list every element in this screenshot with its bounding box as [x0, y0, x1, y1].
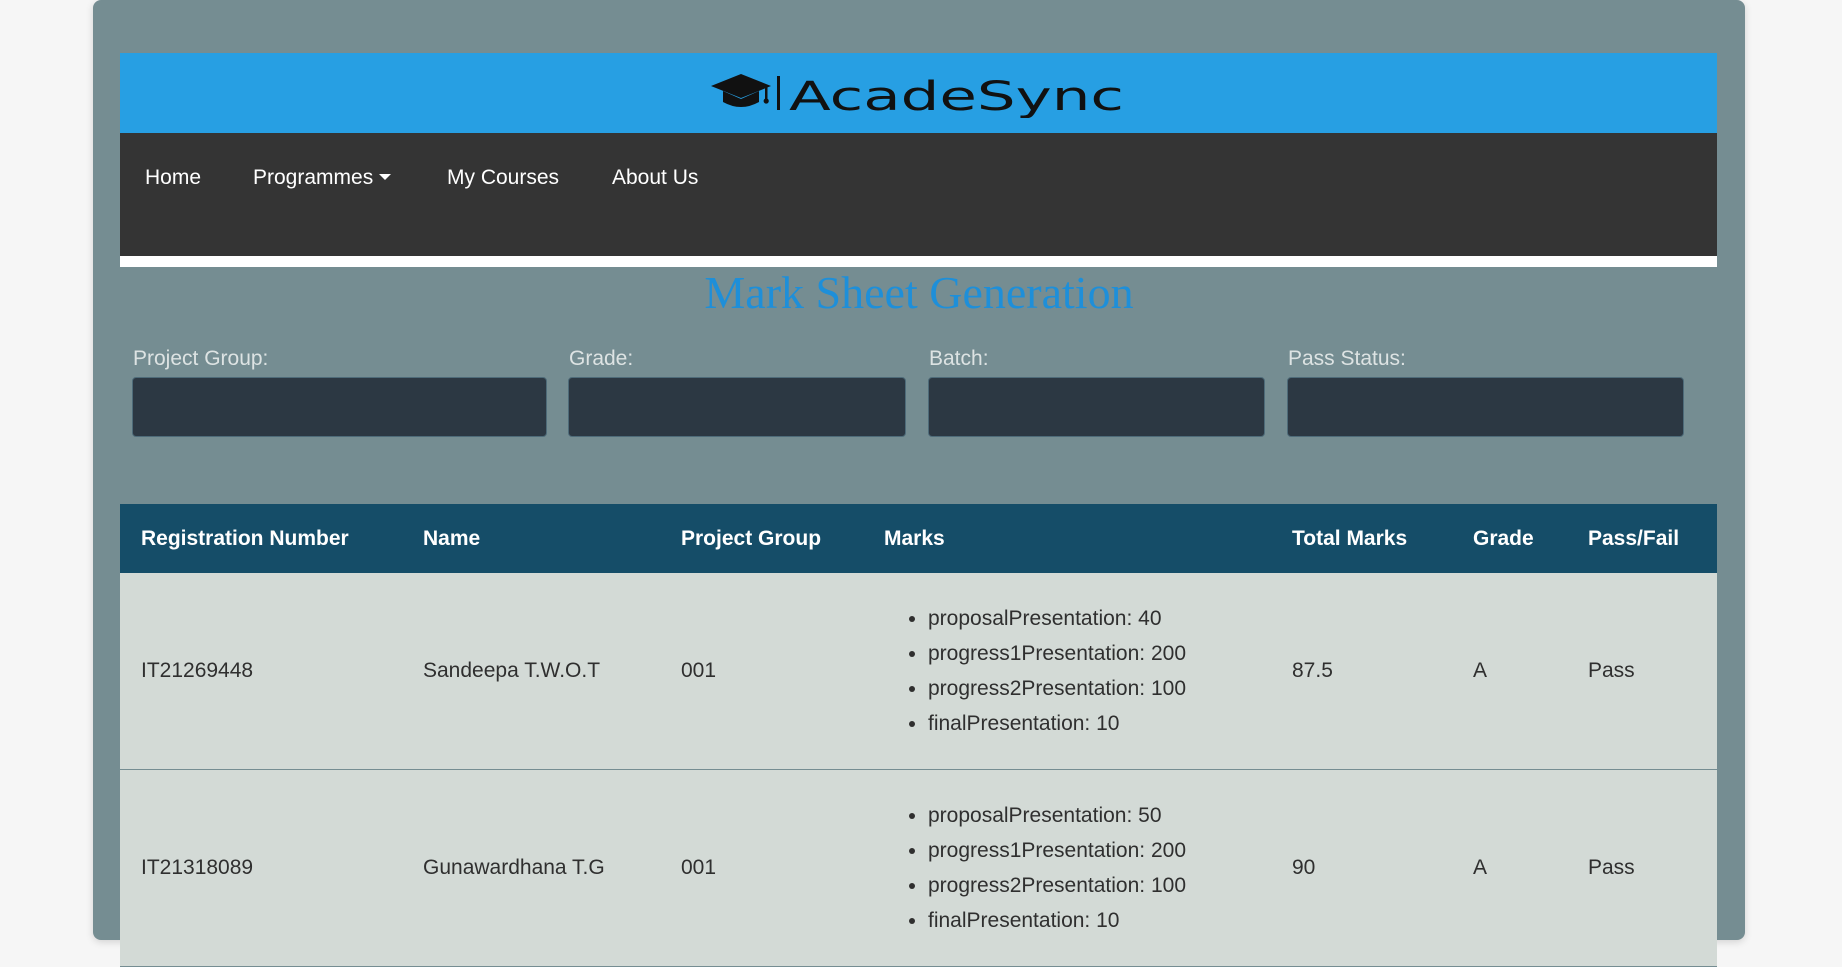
caret-down-icon — [379, 174, 392, 180]
grade-label: Grade: — [569, 347, 634, 370]
cell-project-group: 001 — [660, 769, 863, 967]
cell-pass-fail: Pass — [1567, 769, 1717, 967]
page-card: AcadeSync Home Programmes My Courses Abo… — [93, 0, 1745, 967]
marks-table: Registration Number Name Project Group M… — [120, 504, 1717, 967]
project-group-input[interactable] — [132, 377, 547, 437]
cell-pass-fail: Pass — [1567, 573, 1717, 770]
project-group-label: Project Group: — [133, 347, 269, 370]
table-header-row: Registration Number Name Project Group M… — [120, 504, 1717, 573]
cell-grade: A — [1452, 573, 1567, 770]
graduation-cap-logo-icon: AcadeSync — [710, 74, 1124, 118]
nav-programmes-label: Programmes — [253, 166, 374, 189]
col-header-grade: Grade — [1452, 504, 1567, 573]
cell-total-marks: 87.5 — [1271, 573, 1452, 770]
col-header-project-group: Project Group — [660, 504, 863, 573]
pass-status-label: Pass Status: — [1288, 347, 1406, 370]
mark-item: finalPresentation: 10 — [928, 706, 1271, 741]
nav-programmes-dropdown[interactable]: Programmes — [253, 166, 392, 190]
cell-grade: A — [1452, 769, 1567, 967]
cell-name: Sandeepa T.W.O.T — [402, 573, 660, 770]
pass-status-input[interactable] — [1287, 377, 1684, 437]
cell-name: Gunawardhana T.G — [402, 769, 660, 967]
main-navbar: Home Programmes My Courses About Us — [120, 133, 1717, 256]
brand-logo[interactable]: AcadeSync — [120, 70, 1717, 118]
mark-item: progress1Presentation: 200 — [928, 833, 1271, 868]
cell-project-group: 001 — [660, 573, 863, 770]
col-header-pass-fail: Pass/Fail — [1567, 504, 1717, 573]
mark-item: finalPresentation: 10 — [928, 903, 1271, 938]
grade-input[interactable] — [568, 377, 906, 437]
brand-bar: AcadeSync — [120, 53, 1717, 133]
mark-item: proposalPresentation: 40 — [928, 601, 1271, 636]
col-header-name: Name — [402, 504, 660, 573]
cell-marks: proposalPresentation: 40 progress1Presen… — [863, 573, 1271, 770]
cell-marks: proposalPresentation: 50 progress1Presen… — [863, 769, 1271, 967]
col-header-registration-number: Registration Number — [120, 504, 402, 573]
marks-table-container: Registration Number Name Project Group M… — [120, 504, 1717, 967]
nav-about-us-link[interactable]: About Us — [612, 166, 698, 190]
nav-my-courses-link[interactable]: My Courses — [447, 166, 559, 190]
col-header-total-marks: Total Marks — [1271, 504, 1452, 573]
batch-input[interactable] — [928, 377, 1265, 437]
page-title: Mark Sheet Generation — [704, 267, 1134, 318]
batch-label: Batch: — [929, 347, 989, 370]
marks-list: proposalPresentation: 50 progress1Presen… — [884, 798, 1271, 938]
marks-list: proposalPresentation: 40 progress1Presen… — [884, 601, 1271, 741]
mark-item: progress2Presentation: 100 — [928, 671, 1271, 706]
nav-home-link[interactable]: Home — [145, 166, 201, 190]
table-row: IT21318089 Gunawardhana T.G 001 proposal… — [120, 769, 1717, 967]
mark-item: progress2Presentation: 100 — [928, 868, 1271, 903]
col-header-marks: Marks — [863, 504, 1271, 573]
mark-item: proposalPresentation: 50 — [928, 798, 1271, 833]
cell-registration-number: IT21269448 — [120, 573, 402, 770]
table-row: IT21269448 Sandeepa T.W.O.T 001 proposal… — [120, 573, 1717, 770]
cell-total-marks: 90 — [1271, 769, 1452, 967]
cell-registration-number: IT21318089 — [120, 769, 402, 967]
mark-item: progress1Presentation: 200 — [928, 636, 1271, 671]
svg-text:AcadeSync: AcadeSync — [789, 74, 1124, 118]
